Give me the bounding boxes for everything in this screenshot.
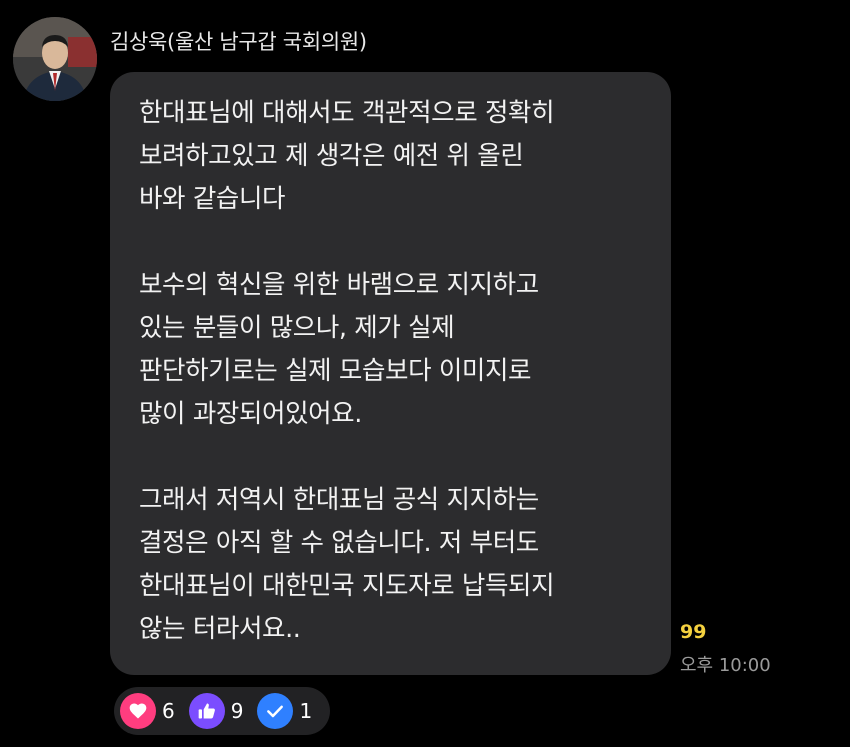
message-bubble[interactable]: 한대표님에 대해서도 객관적으로 정확히 보려하고있고 제 생각은 예전 위 올… bbox=[110, 72, 671, 675]
message-line: 보려하고있고 제 생각은 예전 위 올린 bbox=[139, 141, 524, 171]
message-paragraph: 그래서 저역시 한대표님 공식 지지하는 결정은 아직 할 수 없습니다. 저 … bbox=[139, 479, 651, 651]
message-paragraph: 보수의 혁신을 위한 바램으로 지지하고 있는 분들이 많으나, 제가 실제 판… bbox=[139, 264, 651, 436]
message-line: 바와 같습니다 bbox=[139, 184, 286, 214]
reaction-thumbs-up[interactable]: 9 bbox=[188, 693, 250, 729]
check-icon bbox=[257, 693, 294, 729]
reaction-count: 1 bbox=[299, 699, 313, 723]
message-line: 보수의 혁신을 위한 바램으로 지지하고 bbox=[139, 270, 539, 300]
message-line: 결정은 아직 할 수 없습니다. 저 부터도 bbox=[139, 528, 539, 558]
message-paragraph: 한대표님에 대해서도 객관적으로 정확히 보려하고있고 제 생각은 예전 위 올… bbox=[139, 92, 651, 221]
message-line: 않는 터라서요.. bbox=[139, 614, 301, 644]
message-line: 판단하기로는 실제 모습보다 이미지로 bbox=[139, 356, 532, 386]
message-line: 그래서 저역시 한대표님 공식 지지하는 bbox=[139, 485, 539, 515]
reaction-check[interactable]: 1 bbox=[257, 693, 318, 729]
sender-name: 김상욱(울산 남구갑 국회의원) bbox=[110, 30, 367, 54]
reaction-count: 9 bbox=[230, 699, 244, 723]
message-line: 한대표님에 대해서도 객관적으로 정확히 bbox=[139, 98, 555, 128]
message-timestamp: 오후 10:00 bbox=[680, 655, 771, 676]
reaction-bar: 6 9 1 bbox=[114, 687, 330, 735]
unread-count: 99 bbox=[680, 621, 707, 643]
thumbs-up-icon bbox=[188, 693, 225, 729]
reaction-heart[interactable]: 6 bbox=[120, 693, 181, 729]
message-line: 한대표님이 대한민국 지도자로 납득되지 bbox=[139, 571, 555, 601]
message-line: 있는 분들이 많으나, 제가 실제 bbox=[139, 313, 455, 343]
profile-photo bbox=[13, 17, 97, 101]
reaction-count: 6 bbox=[162, 699, 175, 723]
message-line: 많이 과장되어있어요. bbox=[139, 399, 362, 429]
heart-icon bbox=[120, 693, 156, 729]
avatar[interactable] bbox=[13, 17, 97, 101]
